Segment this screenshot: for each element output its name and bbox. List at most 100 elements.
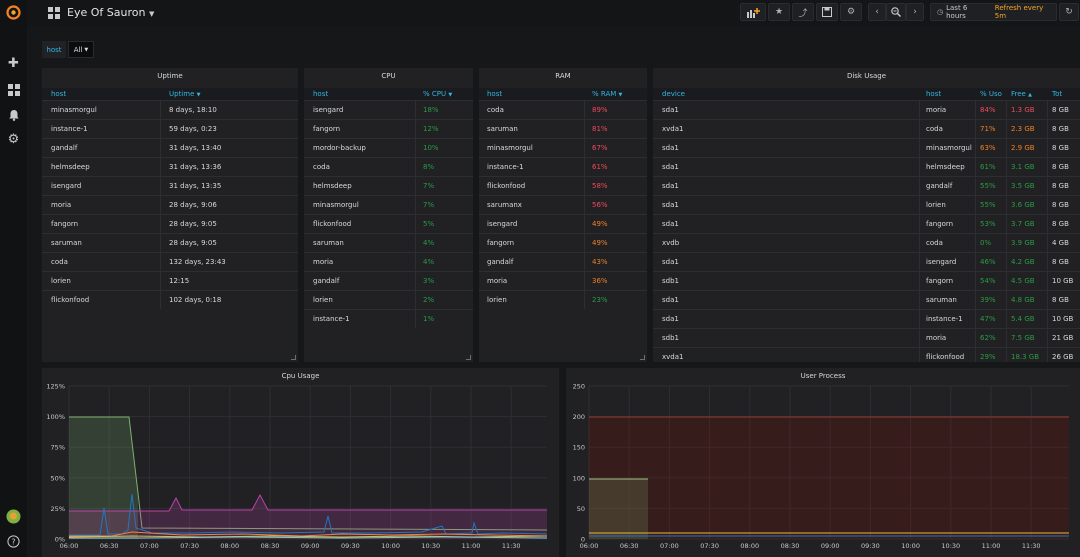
table-row: saruman 28 days, 9:05 <box>42 233 298 252</box>
help-icon[interactable]: ? <box>6 534 21 549</box>
column-header-cpu[interactable]: % CPU ▼ <box>423 90 452 98</box>
table-row: mordor-backup 10% <box>304 138 473 157</box>
table-cell-usage: 0% <box>980 239 992 247</box>
share-button[interactable]: ⤴ <box>792 3 814 21</box>
column-header-host[interactable]: host <box>926 90 941 98</box>
column-header-host[interactable]: host <box>313 90 328 98</box>
table-row: isengard 49% <box>479 214 647 233</box>
table-cell-cpu: 10% <box>423 144 439 152</box>
table-cell-free: 4.5 GB <box>1011 277 1035 285</box>
table-cell-device: sda1 <box>662 220 679 228</box>
table-cell-device: xvdb <box>662 239 680 247</box>
bell-icon[interactable] <box>6 107 21 122</box>
column-divider <box>1006 215 1007 233</box>
dashboard-picker[interactable]: Eye Of Sauron ▼ <box>67 6 154 19</box>
column-header-free[interactable]: Free ▲ <box>1011 90 1032 98</box>
refresh-button[interactable]: ↻ <box>1059 3 1079 21</box>
column-divider <box>975 215 976 233</box>
table-cell-host: isengard <box>313 106 344 114</box>
table-cell-uptime: 59 days, 0:23 <box>169 125 217 133</box>
table-cell-uptime: 132 days, 23:43 <box>169 258 226 266</box>
variable-select-host[interactable]: All ▼ <box>68 41 94 58</box>
plus-icon[interactable]: ✚ <box>6 56 21 71</box>
gear-icon[interactable]: ⚙ <box>6 132 21 147</box>
time-picker-button[interactable]: ◷ Last 6 hours Refresh every 5m <box>930 3 1057 21</box>
table-cell-host: fangorn <box>51 220 79 228</box>
dashboards-icon[interactable] <box>6 82 21 97</box>
table-cell-cpu: 7% <box>423 182 435 190</box>
resize-handle[interactable] <box>291 355 296 360</box>
time-forward-button[interactable]: › <box>906 3 924 21</box>
table-cell-free: 4.2 GB <box>1011 258 1035 266</box>
user-process-graph[interactable]: 25020015010050006:00 06:30 07:00 07:30 08:00… <box>566 368 1080 557</box>
x-tick-label: 09:30 <box>341 542 360 550</box>
panel-title[interactable]: CPU <box>304 72 473 80</box>
save-button[interactable] <box>816 3 838 21</box>
column-divider <box>1006 139 1007 157</box>
column-divider <box>584 215 585 233</box>
column-header-host[interactable]: host <box>487 90 502 98</box>
zoom-out-icon <box>891 7 901 17</box>
table-row: flickonfood 58% <box>479 176 647 195</box>
column-divider <box>919 291 920 309</box>
table-cell-device: sda1 <box>662 201 679 209</box>
table-row: fangorn 12% <box>304 119 473 138</box>
grafana-logo-icon[interactable] <box>6 5 21 20</box>
column-header-usage[interactable]: % Uso <box>980 90 1002 98</box>
panel-title[interactable]: Uptime <box>42 72 298 80</box>
table-row: gandalf 31 days, 13:40 <box>42 138 298 157</box>
table-cell-ram: 81% <box>592 125 608 133</box>
table-cell-free: 3.7 GB <box>1011 220 1035 228</box>
table-row: sda1 isengard 46% 4.2 GB 8 GB <box>653 252 1080 271</box>
panel-user-process: User Process 250 200 150 100 50 0 06:00 06:30 07… <box>566 368 1080 557</box>
y-tick-label: 25% <box>51 505 65 513</box>
chevron-left-icon: ‹ <box>875 7 879 17</box>
variable-value: All <box>73 45 83 54</box>
settings-button[interactable]: ⚙ <box>840 3 862 21</box>
time-back-button[interactable]: ‹ <box>868 3 886 21</box>
table-cell-ram: 49% <box>592 220 608 228</box>
resize-handle[interactable] <box>640 355 645 360</box>
table-cell-host: gandalf <box>487 258 514 266</box>
table-cell-cpu: 2% <box>423 296 435 304</box>
table-cell-total: 8 GB <box>1052 125 1069 133</box>
table-cell-usage: 29% <box>980 353 996 361</box>
table-cell-host: minasmorgul <box>487 144 533 152</box>
column-header-host[interactable]: host <box>51 90 66 98</box>
table-cell-free: 3.6 GB <box>1011 201 1035 209</box>
table-body: coda 89% saruman 81% minasmorgul 67% instance-… <box>479 100 647 309</box>
table-cell-usage: 55% <box>980 182 996 190</box>
column-header-total[interactable]: Tot <box>1052 90 1062 98</box>
panel-title[interactable]: Disk Usage <box>653 72 1080 80</box>
caret-down-icon: ▼ <box>84 46 89 53</box>
table-cell-cpu: 8% <box>423 163 435 171</box>
x-tick-label: 10:30 <box>941 542 960 550</box>
column-header-device[interactable]: device <box>662 90 685 98</box>
zoom-out-button[interactable] <box>886 3 906 21</box>
column-divider <box>1006 329 1007 347</box>
column-divider <box>1006 120 1007 138</box>
x-tick-label: 08:00 <box>220 542 239 550</box>
table-cell-host: moria <box>51 201 72 209</box>
panel-title[interactable]: RAM <box>479 72 647 80</box>
star-button[interactable]: ★ <box>768 3 790 21</box>
column-header-ram[interactable]: % RAM ▼ <box>592 90 622 98</box>
table-cell-host: mordor-backup <box>313 144 366 152</box>
add-panel-button[interactable] <box>740 3 766 21</box>
column-divider <box>919 215 920 233</box>
table-cell-total: 8 GB <box>1052 163 1069 171</box>
column-divider <box>1047 158 1048 176</box>
series-area-red <box>589 417 1069 539</box>
x-tick-label: 08:30 <box>261 542 280 550</box>
cpu-usage-graph[interactable]: 125%100%75%50%25%0%06:00 06:30 07:00 07:30 0… <box>42 368 559 557</box>
sidebar: ✚ ⚙ ? <box>0 0 27 557</box>
table-cell-ram: 89% <box>592 106 608 114</box>
table-cell-cpu: 1% <box>423 315 435 323</box>
resize-handle[interactable] <box>466 355 471 360</box>
column-divider <box>160 291 161 309</box>
user-avatar[interactable] <box>6 509 21 524</box>
column-header-uptime[interactable]: Uptime ▼ <box>169 90 200 98</box>
x-tick-label: 08:00 <box>740 542 759 550</box>
table-cell-usage: 63% <box>980 144 996 152</box>
column-divider <box>919 253 920 271</box>
